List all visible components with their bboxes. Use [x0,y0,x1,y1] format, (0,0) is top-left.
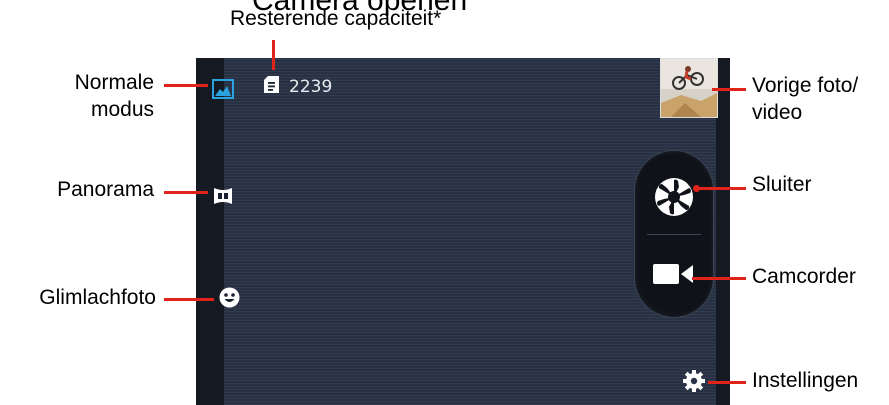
callout-normal-mode-line2: modus [90,98,154,121]
control-divider [647,234,701,235]
smile-icon[interactable] [219,287,240,308]
callout-line-settings [708,381,746,384]
storage-indicator: 2239 [264,76,332,98]
video-camera-icon [653,264,693,284]
callout-line-remaining-capacity [272,40,275,70]
callout-line-previous [712,88,746,91]
callout-line-normal-mode [164,84,208,87]
callout-normal-mode-line1: Normale [74,71,154,94]
camera-viewfinder: 2239 [196,58,730,405]
aperture-icon [655,178,693,216]
callout-remaining-capacity: Resterende capaciteit* [230,7,442,30]
last-photo-thumbnail[interactable] [660,58,718,118]
remaining-count: 2239 [289,77,333,97]
left-mode-bar [196,58,224,405]
settings-button[interactable] [682,369,706,393]
capture-controls [634,150,714,318]
callout-line-shutter [697,187,746,190]
panorama-icon[interactable] [212,187,234,205]
callout-shutter: Sluiter [752,173,812,196]
camcorder-button[interactable] [649,254,699,294]
callout-smile: Glimlachfoto [39,286,156,309]
callout-settings: Instellingen [752,369,859,392]
gear-icon [683,370,705,392]
callout-previous-line1: Vorige foto/ [752,74,859,97]
sd-card-icon [264,76,279,98]
normal-mode-icon[interactable] [212,79,234,99]
callout-camcorder: Camcorder [752,265,856,288]
callout-line-camcorder [692,277,746,280]
callout-line-panorama [164,191,208,194]
shutter-button[interactable] [650,173,698,221]
callout-line-smile [164,298,214,301]
right-control-bar [716,58,730,405]
callout-previous-line2: video [752,101,803,124]
callout-panorama: Panorama [57,178,154,201]
